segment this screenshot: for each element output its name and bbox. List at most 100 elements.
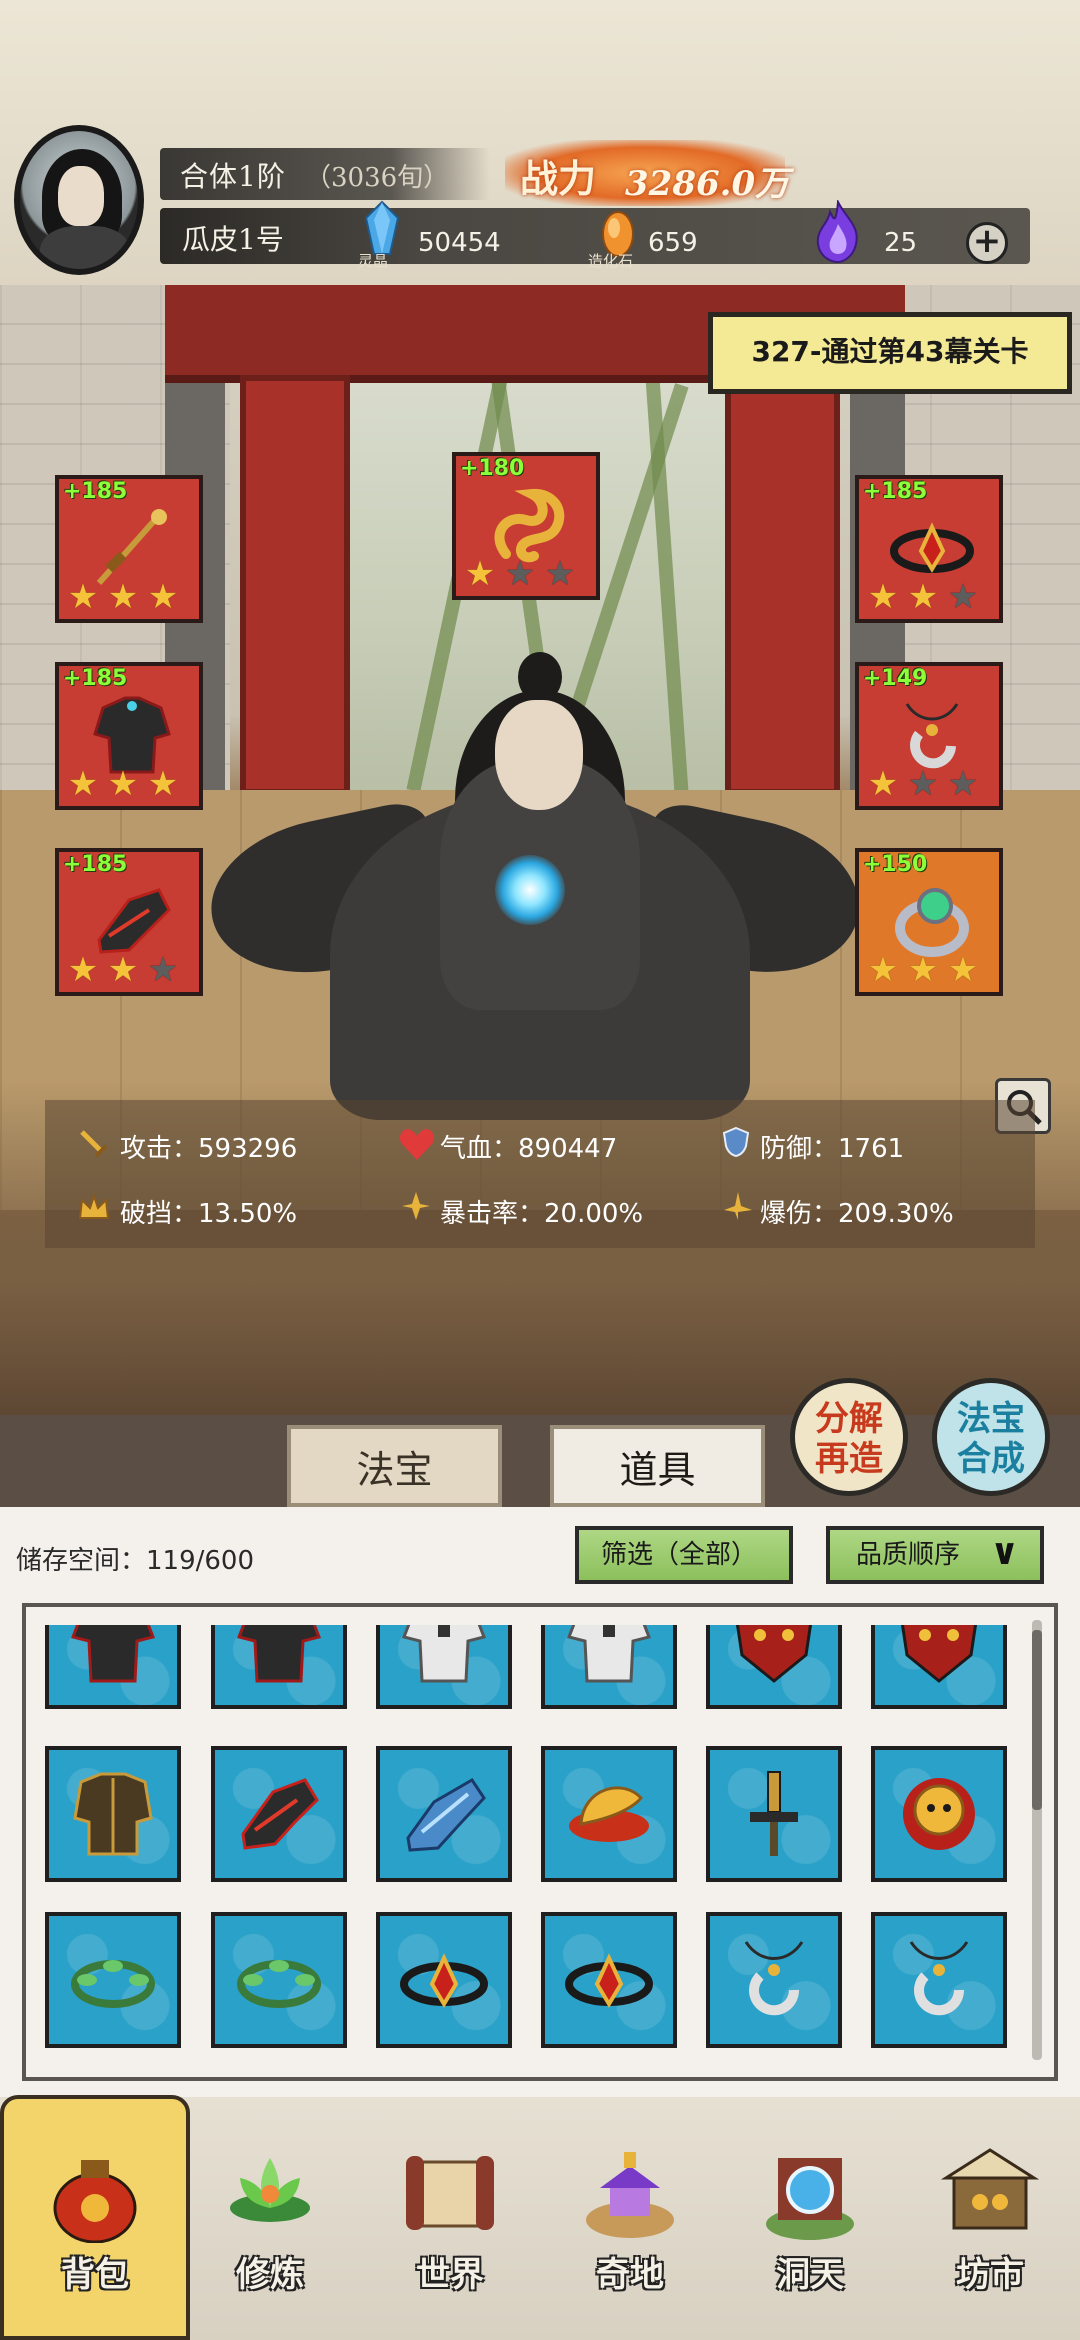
- add-resource-button[interactable]: +: [966, 222, 1008, 264]
- star-empty-icon: ★: [947, 577, 979, 617]
- pendant-icon: [909, 1941, 969, 2016]
- decompose-label-1: 分解: [815, 1399, 883, 1439]
- dragon-ornament-icon: [494, 488, 565, 563]
- star-filled-icon: ★: [867, 950, 899, 990]
- star-filled-icon: ★: [907, 577, 939, 617]
- pendant-icon: [905, 703, 959, 769]
- market-stall-icon: [940, 2148, 1040, 2230]
- nav-item[interactable]: 修炼: [195, 2097, 345, 2340]
- blue-crystal-icon: [364, 200, 400, 255]
- nav-item[interactable]: 背包: [20, 2097, 170, 2340]
- equip-slot-robe[interactable]: +185 ★ ★ ★: [55, 662, 203, 810]
- star-filled-icon: ★: [464, 554, 496, 594]
- equip-slot-pendant[interactable]: +149 ★ ★ ★: [855, 662, 1003, 810]
- storage-capacity: 储存空间：119/600: [16, 1546, 255, 1576]
- leaf-crown-icon: [71, 1960, 155, 2008]
- boots-icon: [241, 1778, 319, 1850]
- nav-label: 世界: [416, 2255, 484, 2295]
- headband-icon: [565, 1953, 653, 2008]
- resource-value-crystal: 50454: [418, 228, 501, 258]
- robe-icon: [236, 1625, 322, 1683]
- synthesis-label-1: 法宝: [957, 1399, 1025, 1439]
- inventory-item[interactable]: [211, 1625, 347, 1709]
- white-robe-icon: [566, 1625, 652, 1683]
- equip-slot-ring[interactable]: +150 ★ ★ ★: [855, 848, 1003, 996]
- inventory-item[interactable]: [706, 1625, 842, 1709]
- equip-slot-boots[interactable]: +185 ★ ★ ★: [55, 848, 203, 996]
- resource-value-stone: 659: [648, 228, 698, 258]
- player-avatar[interactable]: [14, 125, 144, 275]
- star-rating: ★ ★ ★: [65, 579, 181, 615]
- inventory-item[interactable]: [871, 1912, 1007, 2048]
- equip-level: +185: [863, 479, 928, 504]
- nav-item[interactable]: 洞天: [735, 2097, 885, 2340]
- equip-level: +180: [460, 456, 525, 481]
- equip-slot-weapon[interactable]: +185 ★ ★ ★: [55, 475, 203, 623]
- chevron-down-icon: ∨: [990, 1532, 1020, 1573]
- nav-item[interactable]: 奇地: [555, 2097, 705, 2340]
- star-rating: ★ ★ ★: [65, 952, 181, 988]
- realm-age: （3036旬）: [305, 163, 450, 193]
- star-filled-icon: ★: [67, 764, 99, 804]
- star-rating: ★ ★ ★: [462, 556, 578, 592]
- decompose-rebuild-button[interactable]: 分解 再造: [790, 1378, 908, 1496]
- star-filled-icon: ★: [107, 764, 139, 804]
- crit-icon: [402, 1192, 430, 1220]
- equip-level: +149: [863, 666, 928, 691]
- inventory-item[interactable]: [45, 1912, 181, 2048]
- scrollbar-thumb[interactable]: [1032, 1630, 1042, 1810]
- nav-label: 坊市: [956, 2255, 1024, 2295]
- lion-helm-icon: [903, 1778, 975, 1850]
- equip-level: +185: [63, 666, 128, 691]
- star-filled-icon: ★: [147, 577, 179, 617]
- scroll-icon: [406, 2156, 494, 2230]
- star-rating: ★ ★ ★: [865, 952, 981, 988]
- inventory-item[interactable]: [45, 1625, 181, 1709]
- inventory-item[interactable]: [541, 1746, 677, 1882]
- stage-quest-banner[interactable]: 327-通过第43幕关卡: [708, 312, 1072, 394]
- equip-slot-ornament[interactable]: +180 ★ ★ ★: [452, 452, 600, 600]
- inventory-item[interactable]: [45, 1746, 181, 1882]
- inventory-item[interactable]: [376, 1912, 512, 2048]
- star-filled-icon: ★: [107, 950, 139, 990]
- stat-attack: 攻击：593296: [120, 1134, 298, 1164]
- inventory-item[interactable]: [706, 1912, 842, 2048]
- headband-icon: [400, 1953, 488, 2008]
- nav-label: 奇地: [596, 2255, 664, 2295]
- lotus-icon: [230, 2158, 310, 2222]
- pendant-icon: [744, 1941, 804, 2016]
- nav-item[interactable]: 世界: [375, 2097, 525, 2340]
- inventory-item[interactable]: [706, 1746, 842, 1882]
- headband-icon: [890, 522, 974, 573]
- star-empty-icon: ★: [544, 554, 576, 594]
- robe-icon: [93, 696, 171, 774]
- stat-defense: 防御：1761: [760, 1134, 905, 1164]
- white-robe-icon: [401, 1625, 487, 1683]
- star-filled-icon: ★: [867, 764, 899, 804]
- purple-flame-icon: [816, 200, 858, 264]
- crit-damage-icon: [724, 1192, 752, 1220]
- inventory-item[interactable]: [376, 1746, 512, 1882]
- inventory-item[interactable]: [541, 1625, 677, 1709]
- inventory-item[interactable]: [211, 1912, 347, 2048]
- filter-button[interactable]: 筛选（全部）: [575, 1526, 793, 1584]
- tab-fabao[interactable]: 法宝: [287, 1425, 502, 1507]
- star-rating: ★ ★ ★: [65, 766, 181, 802]
- tab-daoju[interactable]: 道具: [550, 1425, 765, 1507]
- staff-icon: [96, 509, 167, 585]
- heart-icon: [399, 1129, 435, 1160]
- star-filled-icon: ★: [67, 950, 99, 990]
- nav-label: 洞天: [776, 2255, 844, 2295]
- equip-slot-headband[interactable]: +185 ★ ★ ★: [855, 475, 1003, 623]
- decompose-label-2: 再造: [815, 1439, 883, 1479]
- nav-item[interactable]: 坊市: [915, 2097, 1065, 2340]
- inventory-item[interactable]: [211, 1746, 347, 1882]
- inventory-item[interactable]: [376, 1625, 512, 1709]
- inventory-item[interactable]: [871, 1746, 1007, 1882]
- portal-icon: [766, 2158, 854, 2240]
- treasure-synthesis-button[interactable]: 法宝 合成: [932, 1378, 1050, 1496]
- inventory-item[interactable]: [541, 1912, 677, 2048]
- inventory-item[interactable]: [871, 1625, 1007, 1709]
- star-filled-icon: ★: [147, 764, 179, 804]
- stat-crit-rate: 暴击率：20.00%: [440, 1199, 644, 1229]
